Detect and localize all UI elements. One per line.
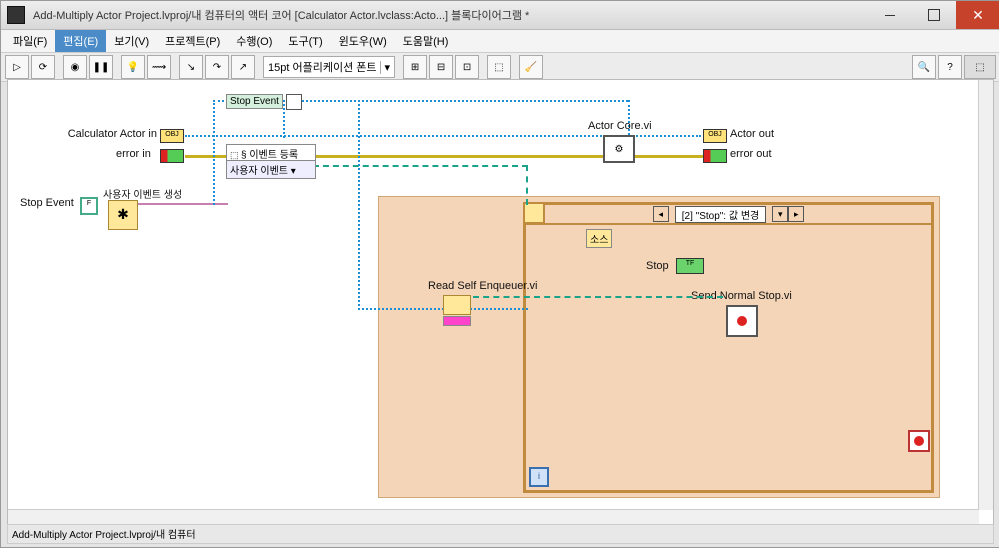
event-case-selector[interactable]: ◂ [2] "Stop": 값 변경 ▾ ▸ — [526, 205, 931, 225]
chevron-down-icon: ▾ — [380, 61, 390, 74]
scrollbar-vertical[interactable] — [978, 80, 993, 510]
font-label: 15pt 어플리케이션 폰트 — [268, 59, 376, 75]
error-out-label: error out — [730, 148, 772, 160]
stop-event-wire-label: Stop Event — [226, 94, 283, 109]
actor-core-vi[interactable]: ⚙ — [603, 135, 635, 163]
case-index: [2] — [682, 211, 693, 222]
create-user-event-label: 사용자 이벤트 생성 — [103, 186, 182, 201]
menu-view[interactable]: 보기(V) — [106, 30, 157, 52]
actor-out-label: Actor out — [730, 128, 774, 140]
step-into-button[interactable]: ↘ — [179, 55, 203, 79]
app-icon — [7, 6, 25, 24]
wire — [213, 100, 215, 205]
retain-wire-button[interactable]: ⟿ — [147, 55, 171, 79]
stop-indicator-terminal[interactable]: TF — [676, 258, 704, 274]
error-in-label: error in — [116, 148, 151, 160]
close-button[interactable]: ✕ — [956, 1, 999, 29]
loop-stop-terminal[interactable] — [908, 430, 930, 452]
wire — [283, 100, 285, 138]
chevron-down-icon: ▾ — [291, 166, 296, 177]
stop-event-ctl-terminal[interactable]: F — [80, 197, 98, 215]
case-dropdown-button[interactable]: ▾ — [772, 206, 788, 222]
labview-window: Add-Multiply Actor Project.lvproj/내 컴퓨터의… — [0, 0, 999, 548]
menu-project[interactable]: 프로젝트(P) — [157, 30, 228, 52]
cleanup-button[interactable]: 🧹 — [519, 55, 543, 79]
window-title: Add-Multiply Actor Project.lvproj/내 컴퓨터의… — [33, 7, 868, 23]
error-in-terminal[interactable] — [160, 149, 184, 163]
stop-icon — [914, 436, 924, 446]
probe-icon[interactable] — [286, 94, 302, 110]
actor-icon: ⚙ — [615, 144, 624, 155]
resize-button[interactable]: ⊡ — [455, 55, 479, 79]
minimize-button[interactable] — [868, 1, 912, 29]
statusbar: Add-Multiply Actor Project.lvproj/내 컴퓨터 — [7, 524, 994, 544]
window-buttons: ✕ — [868, 1, 999, 29]
titlebar: Add-Multiply Actor Project.lvproj/내 컴퓨터의… — [1, 1, 999, 30]
wire — [358, 100, 360, 310]
dynamic-event-terminal[interactable] — [523, 202, 545, 224]
stop-icon — [737, 316, 747, 326]
wire — [473, 296, 723, 298]
next-case-button[interactable]: ▸ — [788, 206, 804, 222]
block-diagram-canvas[interactable]: ◂ [2] "Stop": 값 변경 ▾ ▸ 소스 Stop TF Send N… — [7, 79, 994, 525]
actor-core-label: Actor Core.vi — [588, 120, 652, 132]
menu-operate[interactable]: 수행(O) — [228, 30, 280, 52]
calculator-actor-in-label: Calculator Actor in — [63, 128, 157, 140]
case-label: "Stop": 값 변경 — [696, 211, 760, 222]
menubar: 파일(F) 편집(E) 보기(V) 프로젝트(P) 수행(O) 도구(T) 윈도… — [1, 30, 999, 53]
actor-out-terminal[interactable]: OBJ — [703, 129, 727, 143]
menu-tools[interactable]: 도구(T) — [280, 30, 330, 52]
menu-help[interactable]: 도움말(H) — [395, 30, 457, 52]
step-over-button[interactable]: ↷ — [205, 55, 229, 79]
run-button[interactable]: ▷ — [5, 55, 29, 79]
event-structure[interactable]: ◂ [2] "Stop": 값 변경 ▾ ▸ 소스 Stop TF Send N… — [523, 202, 934, 493]
step-out-button[interactable]: ↗ — [231, 55, 255, 79]
register-events-source[interactable]: 사용자 이벤트 ▾ — [226, 160, 316, 179]
scrollbar-horizontal[interactable] — [8, 509, 979, 524]
reorder-button[interactable]: ⬚ — [487, 55, 511, 79]
abort-button[interactable]: ◉ — [63, 55, 87, 79]
highlight-exec-button[interactable]: 💡 — [121, 55, 145, 79]
create-user-event-node[interactable]: ✱ — [108, 200, 138, 230]
wire — [185, 135, 605, 137]
wire — [526, 165, 528, 205]
stop-event-ctl-label: Stop Event — [20, 197, 74, 209]
context-help-button[interactable]: ? — [938, 55, 962, 79]
vi-icon-button[interactable]: ⬚ — [964, 55, 996, 79]
read-self-enqueuer-label: Read Self Enqueuer.vi — [428, 280, 537, 292]
maximize-button[interactable] — [912, 1, 956, 29]
wire — [313, 165, 528, 167]
align-button[interactable]: ⊞ — [403, 55, 427, 79]
iteration-terminal[interactable]: i — [529, 467, 549, 487]
search-button[interactable]: 🔍 — [912, 55, 936, 79]
menu-file[interactable]: 파일(F) — [5, 30, 55, 52]
enqueuer-cluster-icon — [443, 316, 471, 326]
distribute-button[interactable]: ⊟ — [429, 55, 453, 79]
prev-case-button[interactable]: ◂ — [653, 206, 669, 222]
error-out-terminal[interactable] — [703, 149, 727, 163]
status-path: Add-Multiply Actor Project.lvproj/내 컴퓨터 — [12, 530, 196, 541]
run-cont-button[interactable]: ⟳ — [31, 55, 55, 79]
stop-indicator-label: Stop — [646, 260, 669, 272]
star-icon: ✱ — [109, 201, 137, 227]
calculator-actor-in-terminal[interactable]: OBJ — [160, 129, 184, 143]
menu-edit[interactable]: 편집(E) — [55, 30, 106, 52]
event-data-source[interactable]: 소스 — [586, 229, 612, 248]
read-self-enqueuer-vi[interactable] — [443, 295, 471, 315]
menu-window[interactable]: 윈도우(W) — [331, 30, 395, 52]
send-normal-stop-vi[interactable] — [726, 305, 758, 337]
pause-button[interactable]: ❚❚ — [89, 55, 113, 79]
toolbar: ▷ ⟳ ◉ ❚❚ 💡 ⟿ ↘ ↷ ↗ 15pt 어플리케이션 폰트 ▾ ⊞ ⊟ … — [1, 53, 999, 82]
font-selector[interactable]: 15pt 어플리케이션 폰트 ▾ — [263, 56, 395, 78]
